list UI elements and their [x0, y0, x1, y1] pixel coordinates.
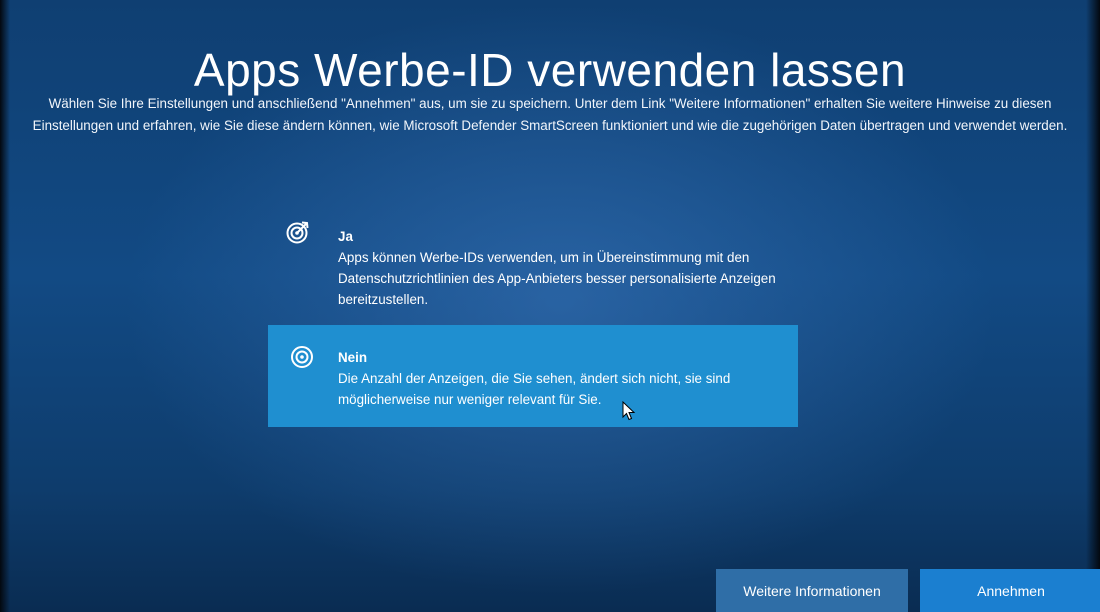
option-ja-heading: Ja — [338, 229, 353, 244]
option-ja-text: Ja Apps können Werbe-IDs verwenden, um i… — [338, 226, 788, 310]
option-nein-text: Nein Die Anzahl der Anzeigen, die Sie se… — [338, 347, 788, 410]
target-icon — [286, 220, 310, 244]
accept-button[interactable]: Annehmen — [920, 569, 1100, 612]
option-ja-description: Apps können Werbe-IDs verwenden, um in Ü… — [338, 250, 776, 307]
oobe-screen: Apps Werbe-ID verwenden lassen Wählen Si… — [0, 0, 1100, 612]
more-info-button[interactable]: Weitere Informationen — [716, 569, 908, 612]
option-nein-heading: Nein — [338, 350, 368, 365]
page-description: Wählen Sie Ihre Einstellungen und anschl… — [32, 96, 1068, 134]
option-nein-description: Die Anzahl der Anzeigen, die Sie sehen, … — [338, 371, 731, 407]
mouse-cursor-icon — [622, 400, 636, 421]
option-ja[interactable]: Ja Apps können Werbe-IDs verwenden, um i… — [268, 216, 798, 316]
target-off-icon — [290, 345, 314, 369]
option-nein[interactable]: Nein Die Anzahl der Anzeigen, die Sie se… — [268, 325, 798, 427]
page-title: Apps Werbe-ID verwenden lassen — [193, 43, 907, 96]
